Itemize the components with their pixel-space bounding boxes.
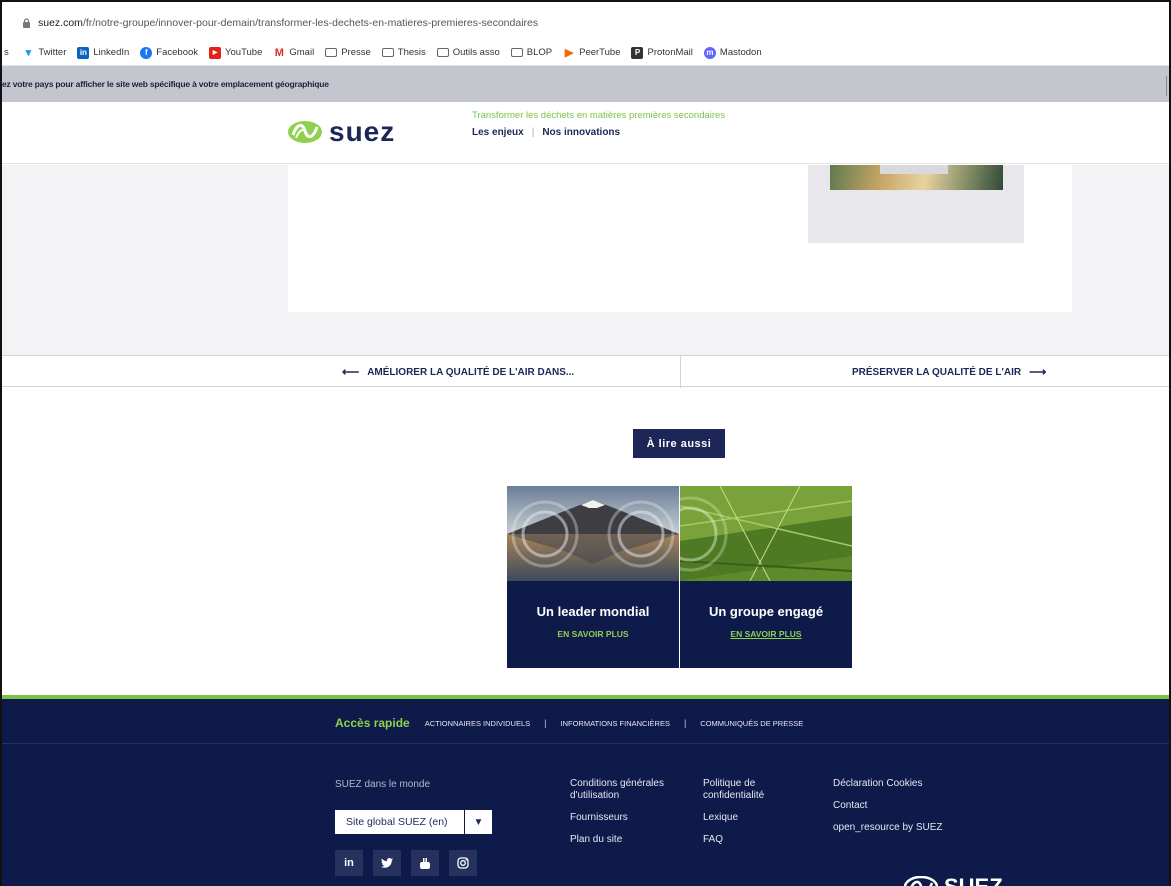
suez-logo-mark-icon (288, 121, 322, 143)
banner-divider (1166, 76, 1167, 96)
facebook-icon: f (140, 46, 153, 59)
twitter-icon: ▾ (22, 46, 35, 59)
article-pagination: ⟵ AMÉLIORER LA QUALITÉ DE L'AIR DANS... … (2, 355, 1169, 388)
read-also-tile-engaged[interactable]: Un groupe engagé EN SAVOIR PLUS (680, 486, 852, 668)
footer-links-column-1: Conditions générales d'utilisation Fourn… (570, 778, 685, 856)
peertube-icon: ▶ (563, 46, 576, 59)
site-selector[interactable]: Site global SUEZ (en) ▼ (335, 810, 492, 834)
youtube-icon: ▶ (209, 46, 222, 59)
folder-icon (510, 48, 523, 57)
arrow-left-icon: ⟵ (342, 365, 360, 379)
chevron-down-icon[interactable]: ▼ (465, 810, 492, 834)
gmail-icon: M (273, 46, 286, 59)
footer-link-faq[interactable]: FAQ (703, 834, 793, 846)
footer-link-glossary[interactable]: Lexique (703, 812, 793, 824)
youtube-icon[interactable] (411, 850, 439, 876)
site-footer: Accès rapide ACTIONNAIRES INDIVIDUELS | … (2, 699, 1169, 886)
folder-icon (381, 48, 394, 57)
protonmail-icon: P (631, 46, 644, 59)
suez-logo-mark-icon (904, 876, 938, 886)
footer-links-column-2: Politique de confidentialité Lexique FAQ (703, 778, 793, 856)
footer-link-contact[interactable]: Contact (833, 800, 943, 812)
footer-link-privacy[interactable]: Politique de confidentialité (703, 778, 793, 802)
bookmark-gmail[interactable]: M Gmail (273, 46, 314, 59)
suez-logo-text: suez (329, 116, 396, 147)
next-article-link[interactable]: PRÉSERVER LA QUALITÉ DE L'AIR ⟶ (852, 365, 1054, 379)
mastodon-icon: m (703, 46, 716, 59)
browser-window: suez.com/fr/notre-groupe/innover-pour-de… (0, 0, 1171, 886)
quick-link-press[interactable]: COMMUNIQUÉS DE PRESSE (700, 719, 803, 728)
header-kicker: Transformer les déchets en matières prem… (472, 110, 726, 121)
bookmark-presse[interactable]: Presse (325, 47, 371, 58)
site-header: suez Transformer les déchets en matières… (2, 102, 1169, 164)
tile-more-link[interactable]: EN SAVOIR PLUS (507, 629, 679, 639)
site-selector-value[interactable]: Site global SUEZ (en) (335, 810, 464, 834)
footer-link-cookies[interactable]: Déclaration Cookies (833, 778, 943, 790)
quick-access-title: Accès rapide (335, 716, 410, 730)
footer-link-suppliers[interactable]: Fournisseurs (570, 812, 685, 824)
footer-link-terms[interactable]: Conditions générales d'utilisation (570, 778, 685, 802)
bookmark-mastodon[interactable]: m Mastodon (703, 46, 762, 59)
footer-logo-text: SUEZ (944, 874, 1003, 886)
tile-title: Un leader mondial (536, 604, 650, 619)
address-bar[interactable]: suez.com/fr/notre-groupe/innover-pour-de… (2, 10, 1169, 36)
quick-link-shareholders[interactable]: ACTIONNAIRES INDIVIDUELS (425, 719, 530, 728)
country-banner-text: ez votre pays pour afficher le site web … (2, 79, 329, 89)
folder-icon (325, 48, 338, 57)
read-also-tile-leader[interactable]: Un leader mondial EN SAVOIR PLUS (507, 486, 679, 668)
bookmark-thesis[interactable]: Thesis (381, 47, 426, 58)
nav-separator: | (531, 127, 535, 138)
tile-more-link[interactable]: EN SAVOIR PLUS (680, 629, 852, 639)
bookmarks-bar: s ▾ Twitter in LinkedIn f Facebook ▶ YouTube… (2, 40, 1169, 66)
sidebar-photo (830, 165, 1003, 190)
photo-caption-box (880, 165, 948, 174)
footer-logo[interactable]: SUEZ (904, 874, 1003, 886)
url-path: /fr/notre-groupe/innover-pour-demain/tra… (82, 17, 539, 29)
linkedin-icon: in (77, 46, 90, 59)
quick-link-separator: | (683, 718, 687, 728)
header-links: Les enjeux | Nos innovations (472, 127, 725, 138)
bookmark-linkedin[interactable]: in LinkedIn (77, 46, 129, 59)
green-fields-image (680, 486, 852, 581)
linkedin-icon[interactable]: in (335, 850, 363, 876)
quick-access: Accès rapide ACTIONNAIRES INDIVIDUELS | … (335, 716, 803, 730)
bookmark-facebook[interactable]: f Facebook (140, 46, 198, 59)
footer-divider (2, 743, 1169, 744)
nav-link-innovations[interactable]: Nos innovations (542, 127, 620, 138)
quick-link-financial[interactable]: INFORMATIONS FINANCIÈRES (561, 719, 670, 728)
arrow-right-icon: ⟶ (1029, 365, 1047, 379)
bookmark-protonmail[interactable]: P ProtonMail (631, 46, 693, 59)
folder-icon (436, 48, 449, 57)
bookmark-twitter[interactable]: ▾ Twitter (22, 46, 66, 59)
bookmark-youtube[interactable]: ▶ YouTube (209, 46, 262, 59)
next-article-label: PRÉSERVER LA QUALITÉ DE L'AIR (852, 366, 1022, 378)
read-also-heading: À lire aussi (633, 429, 725, 458)
bookmark-outils-asso[interactable]: Outils asso (436, 47, 500, 58)
bookmark-cut: s (4, 47, 12, 58)
prev-article-link[interactable]: ⟵ AMÉLIORER LA QUALITÉ DE L'AIR DANS... (334, 365, 574, 379)
nav-link-enjeux[interactable]: Les enjeux (472, 127, 524, 138)
tile-title: Un groupe engagé (708, 604, 824, 619)
lock-icon (23, 18, 30, 28)
url-host: suez.com (38, 17, 83, 29)
footer-links-column-3: Déclaration Cookies Contact open_resourc… (833, 778, 943, 844)
social-links: in (335, 850, 487, 876)
bookmark-peertube[interactable]: ▶ PeerTube (563, 46, 620, 59)
header-nav: Transformer les déchets en matières prem… (472, 110, 725, 138)
mountain-lake-image (507, 486, 679, 581)
country-banner: ez votre pays pour afficher le site web … (2, 66, 1169, 102)
bookmark-blop[interactable]: BLOP (510, 47, 552, 58)
twitter-icon[interactable] (373, 850, 401, 876)
quick-link-separator: | (544, 718, 547, 728)
suez-logo[interactable]: suez (287, 116, 395, 148)
pagination-divider (680, 356, 681, 388)
footer-link-sitemap[interactable]: Plan du site (570, 834, 685, 846)
prev-article-label: AMÉLIORER LA QUALITÉ DE L'AIR DANS... (367, 366, 575, 378)
footer-link-open-resource[interactable]: open_resource by SUEZ (833, 822, 943, 834)
suez-world-label: SUEZ dans le monde (335, 779, 431, 790)
instagram-icon[interactable] (449, 850, 477, 876)
